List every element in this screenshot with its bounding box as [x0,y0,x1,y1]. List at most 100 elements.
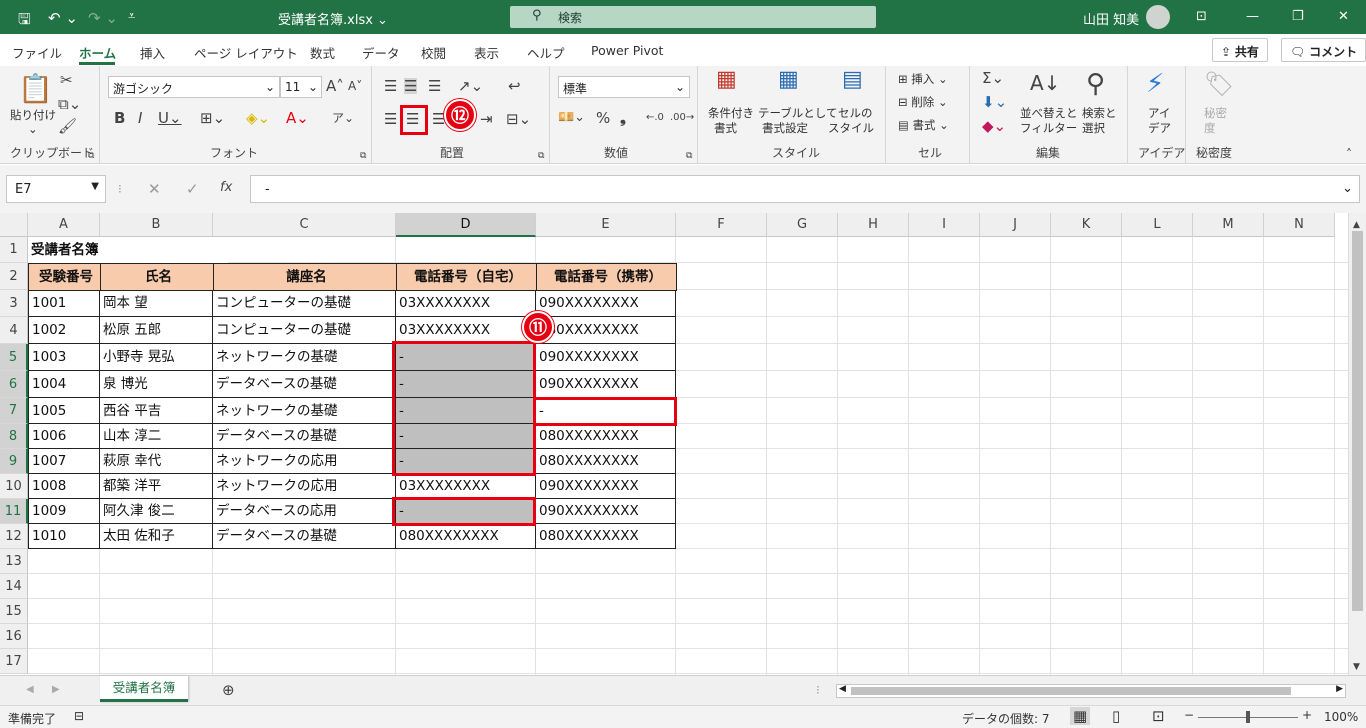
autosum-icon[interactable]: Σ⌄ [982,70,1004,86]
format-button[interactable]: ▤ 書式 ⌄ [898,118,949,132]
table-cell[interactable]: 080XXXXXXXX [396,524,536,549]
italic-icon[interactable]: I [138,110,142,126]
table-cell[interactable]: 1002 [28,317,100,344]
align-left-icon[interactable]: ☰ [384,111,397,127]
cancel-icon[interactable]: ✕ [148,181,161,197]
table-cell[interactable]: 1007 [28,449,100,474]
table-cell[interactable]: データベースの基礎 [213,524,396,549]
format-table-icon[interactable]: ▦ [778,69,799,91]
column-header[interactable]: J [980,213,1051,237]
tab-formulas[interactable]: 数式 [310,43,335,62]
copy-icon[interactable]: ⧉⌄ [58,96,81,112]
document-title[interactable]: 受講者名簿.xlsx ⌄ [278,9,388,28]
tab-file[interactable]: ファイル [12,43,62,62]
align-middle-icon[interactable]: ☰ [404,78,418,94]
save-icon[interactable]: 🖫 [18,9,31,34]
table-cell[interactable]: 山本 淳二 [100,424,213,449]
clipboard-launcher-icon[interactable]: ⧉ [88,151,94,161]
table-cell[interactable]: 松原 五郎 [100,317,213,344]
cell-styles-button[interactable]: セルの [838,106,873,120]
table-cell[interactable]: コンピューターの基礎 [213,290,396,317]
tab-insert[interactable]: 挿入 [140,43,165,62]
table-cell[interactable]: 西谷 平吉 [100,398,213,424]
row-header[interactable]: 10 [0,474,28,499]
table-cell[interactable]: 萩原 幸代 [100,449,213,474]
underline-icon[interactable]: U⌄ [158,110,182,126]
scroll-thumb[interactable] [1352,231,1363,611]
enter-icon[interactable]: ✓ [186,181,199,197]
sheet-title[interactable]: 受講者名簿 [28,237,228,263]
table-cell[interactable]: 090XXXXXXXX [536,499,676,524]
table-header[interactable]: 電話番号（自宅） [396,263,537,291]
row-header[interactable]: 7 [0,398,28,424]
search-box[interactable]: ⚲ 検索 [510,6,876,28]
expand-formula-icon[interactable]: ⌄ [1342,181,1353,196]
table-cell[interactable]: 1010 [28,524,100,549]
table-cell[interactable]: ネットワークの基礎 [213,398,396,424]
merge-center-icon[interactable]: ⊟⌄ [506,111,531,127]
tab-view[interactable]: 表示 [474,43,499,62]
table-cell[interactable]: 080XXXXXXXX [536,524,676,549]
accounting-icon[interactable]: 💴⌄ [558,110,585,126]
table-cell[interactable]: 1004 [28,371,100,398]
share-button[interactable]: ⇪ 共有 [1212,38,1268,62]
format-painter-icon[interactable]: 🖌 [58,118,77,134]
chevron-down-icon[interactable]: ▼ [91,181,99,192]
sheet-tab[interactable]: 受講者名簿 [100,676,188,702]
table-cell[interactable]: 03XXXXXXXX [396,290,536,317]
format-table-button[interactable]: テーブルとして [758,106,837,120]
row-header[interactable]: 4 [0,317,28,344]
restore-button[interactable]: ❐ [1292,9,1304,24]
wrap-text-icon[interactable]: ↩ [508,78,521,94]
avatar[interactable] [1146,5,1170,29]
borders-icon[interactable]: ⊞⌄ [200,110,225,126]
table-cell[interactable]: 1003 [28,344,100,371]
row-header[interactable]: 6 [0,371,28,398]
zoom-slider-handle[interactable] [1246,711,1250,723]
delete-button[interactable]: ⊟ 削除 ⌄ [898,95,948,109]
page-layout-view-icon[interactable]: ▯ [1112,707,1120,725]
insert-function-icon[interactable]: fx [220,180,232,196]
column-header[interactable]: D [396,213,536,237]
zoom-out-icon[interactable]: − [1184,708,1194,722]
column-header[interactable]: L [1122,213,1193,237]
table-cell[interactable]: 03XXXXXXXX [396,474,536,499]
table-cell[interactable]: 阿久津 俊二 [100,499,213,524]
column-header[interactable]: C [213,213,396,237]
close-button[interactable]: ✕ [1338,9,1349,24]
find-select-button[interactable]: 検索と [1082,106,1117,120]
column-header[interactable]: N [1264,213,1335,237]
row-header[interactable]: 9 [0,449,28,474]
alignment-launcher-icon[interactable]: ⧉ [538,151,544,161]
ideas-icon[interactable]: ⚡ [1146,70,1164,98]
insert-button[interactable]: ⊞ 挿入 ⌄ [898,72,948,86]
table-cell[interactable]: 03XXXXXXXX [396,317,536,344]
normal-view-icon[interactable]: ▦ [1070,707,1091,725]
table-cell[interactable]: 小野寺 晃弘 [100,344,213,371]
row-header[interactable]: 5 [0,344,28,371]
table-cell[interactable]: 1006 [28,424,100,449]
column-header[interactable]: K [1051,213,1122,237]
column-header[interactable]: B [100,213,213,237]
orientation-icon[interactable]: ↗⌄ [458,78,483,94]
paste-button[interactable]: 貼り付け [10,108,56,122]
row-header[interactable]: 11 [0,499,28,524]
table-cell[interactable]: 090XXXXXXXX [536,371,676,398]
tab-home[interactable]: ホーム [79,43,116,62]
table-cell[interactable]: 080XXXXXXXX [536,317,676,344]
find-select-icon[interactable]: ⚲ [1086,70,1105,98]
paste-icon[interactable]: 📋 [18,74,53,104]
row-header[interactable]: 12 [0,524,28,549]
percent-icon[interactable]: % [596,110,610,126]
tab-power-pivot[interactable]: Power Pivot [591,43,663,58]
column-header[interactable]: H [838,213,909,237]
ideas-button[interactable]: アイ [1148,106,1170,120]
row-header[interactable]: 1 [0,237,28,263]
table-cell[interactable]: 1009 [28,499,100,524]
tab-review[interactable]: 校閲 [421,43,446,62]
tab-help[interactable]: ヘルプ [527,43,565,62]
decrease-font-icon[interactable]: A˅ [348,78,362,94]
paste-dropdown-icon[interactable]: ⌄ [28,122,38,136]
zoom-level[interactable]: 100% [1324,710,1358,724]
hscroll-thumb[interactable] [851,687,1291,695]
